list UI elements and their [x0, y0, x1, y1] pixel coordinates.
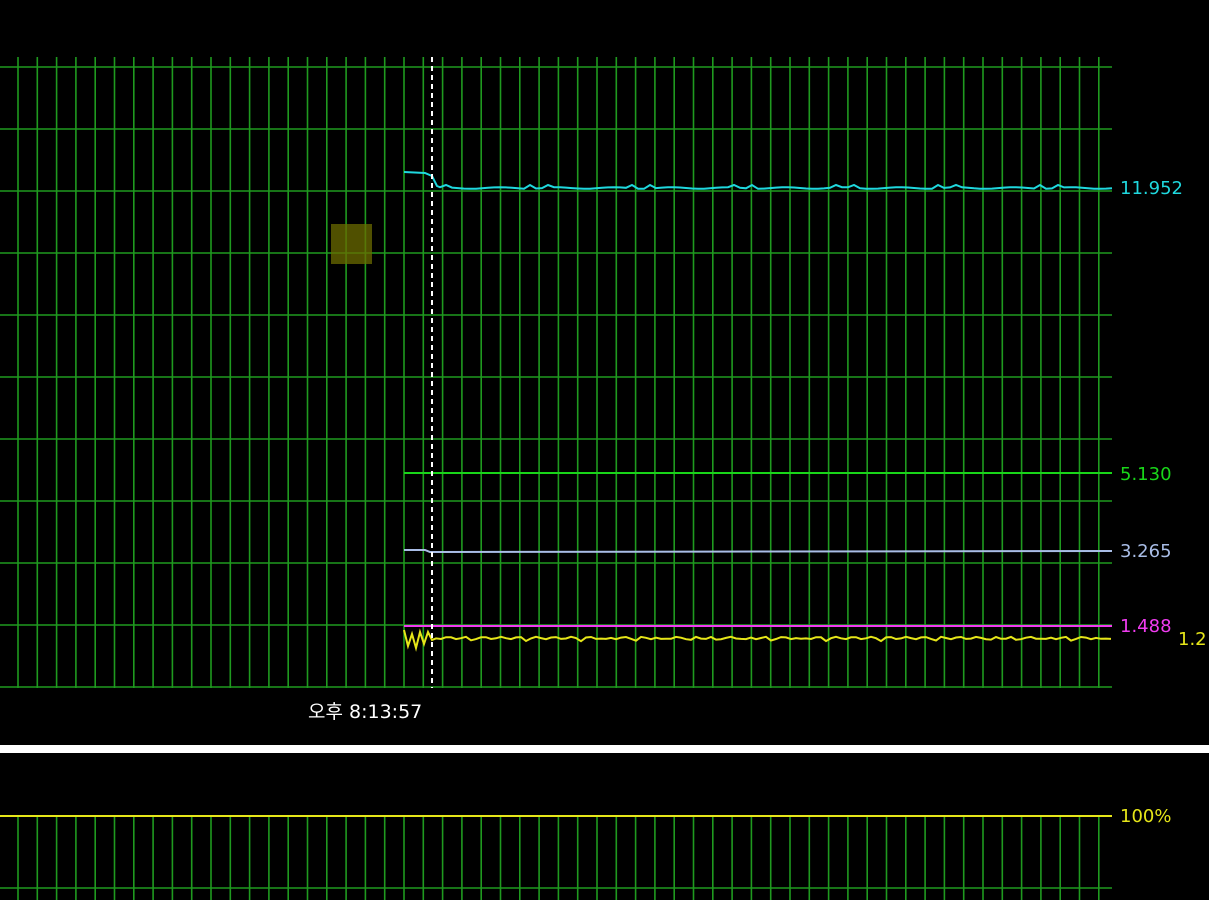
lower-panel-value: 100%	[1120, 806, 1172, 827]
series-value-yellow: 1.2	[1178, 629, 1207, 650]
series-value-magenta: 1.488	[1120, 616, 1172, 637]
time-label: 오후 8:13:57	[308, 701, 423, 723]
panel-divider[interactable]	[0, 745, 1209, 753]
overlay-badge	[331, 224, 372, 264]
series-line-blue	[404, 549, 1113, 554]
series-lines	[403, 171, 1113, 652]
sensor-monitor: 11.952 5.130 3.265 1.488 1.2 오후 8:13:57 …	[0, 0, 1209, 900]
series-value-blue: 3.265	[1120, 541, 1172, 562]
upper-grid	[0, 57, 1112, 688]
series-line-cyan	[403, 171, 1113, 190]
series-line-yellow	[403, 628, 1112, 652]
series-value-green: 5.130	[1120, 464, 1172, 485]
upper-chart	[0, 57, 1113, 900]
series-value-cyan: 11.952	[1120, 178, 1183, 199]
lower-grid	[0, 815, 1112, 900]
